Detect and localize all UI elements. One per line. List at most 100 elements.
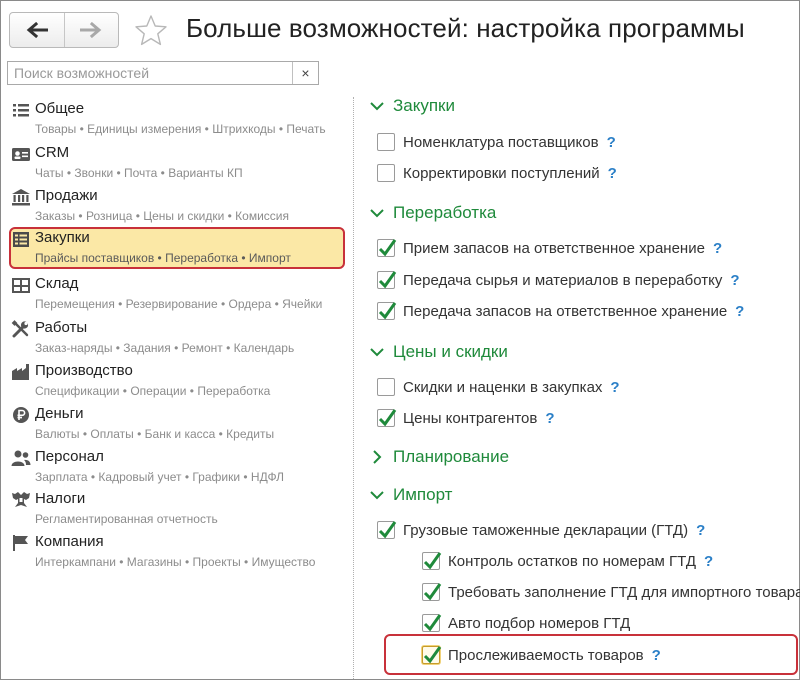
option-checkbox[interactable] — [377, 164, 395, 182]
sidebar-item-label: Общее — [35, 100, 85, 117]
option-label[interactable]: Требовать заполнение ГТД для импортного … — [448, 584, 800, 601]
clear-search-button[interactable]: × — [292, 62, 318, 84]
option-checkbox[interactable] — [377, 378, 395, 396]
option-checkbox[interactable] — [377, 409, 397, 427]
option-label[interactable]: Скидки и наценки в закупках — [403, 379, 602, 396]
option-checkbox[interactable] — [422, 552, 442, 570]
option-row: Скидки и наценки в закупках ? — [377, 375, 620, 399]
option-label[interactable]: Корректировки поступлений — [403, 165, 600, 182]
sidebar-item-description: Чаты • Звонки • Почта • Варианты КП — [35, 166, 243, 180]
help-link[interactable]: ? — [713, 240, 722, 257]
help-link[interactable]: ? — [652, 647, 661, 664]
sidebar-item-sales[interactable]: Продажи Заказы • Розница • Цены и скидки… — [9, 185, 345, 228]
sidebar-item-works[interactable]: Работы Заказ-наряды • Задания • Ремонт •… — [9, 317, 345, 360]
sidebar-item-personnel[interactable]: Персонал Зарплата • Кадровый учет • Граф… — [9, 446, 345, 489]
section-title: Переработка — [393, 203, 497, 222]
page-title: Больше возможностей: настройка программы — [186, 13, 745, 43]
option-checkbox[interactable] — [377, 302, 397, 320]
sidebar-item-label: Компания — [35, 533, 104, 550]
section-header-purchases[interactable]: Закупки — [369, 93, 455, 119]
sidebar-item-description: Интеркампани • Магазины • Проекты • Имущ… — [35, 555, 316, 569]
section-header-processing[interactable]: Переработка — [369, 200, 496, 226]
sidebar-item-description: Зарплата • Кадровый учет • Графики • НДФ… — [35, 470, 285, 484]
option-label[interactable]: Передача запасов на ответственное хранен… — [403, 303, 727, 320]
option-checkbox[interactable] — [377, 521, 397, 539]
sidebar-item-description: Заказы • Розница • Цены и скидки • Комис… — [35, 209, 290, 223]
option-label[interactable]: Передача сырья и материалов в переработк… — [403, 272, 722, 289]
section-header-prices-discounts[interactable]: Цены и скидки — [369, 339, 508, 365]
option-row-traceability: Прослеживаемость товаров ? — [422, 643, 661, 667]
search-box: × — [7, 61, 319, 85]
chevron-down-icon — [370, 348, 384, 357]
search-input[interactable] — [8, 62, 294, 84]
option-label[interactable]: Прием запасов на ответственное хранение — [403, 240, 705, 257]
sidebar-item-taxes[interactable]: Налоги Регламентированная отчетность — [9, 488, 345, 531]
checkmark-icon — [378, 271, 397, 289]
section-title: Импорт — [393, 485, 453, 504]
sidebar-item-money[interactable]: Деньги Валюты • Оплаты • Банк и касса • … — [9, 403, 345, 446]
arrow-right-icon — [80, 22, 102, 38]
section-title: Цены и скидки — [393, 342, 508, 361]
forward-button[interactable] — [63, 13, 119, 47]
option-row: Требовать заполнение ГТД для импортного … — [422, 580, 800, 604]
option-row: Прием запасов на ответственное хранение … — [377, 236, 722, 260]
option-checkbox[interactable] — [377, 239, 397, 257]
chevron-down-icon — [370, 102, 384, 111]
option-label[interactable]: Номенклатура поставщиков — [403, 134, 599, 151]
option-label[interactable]: Грузовые таможенные декларации (ГТД) — [403, 522, 688, 539]
option-label[interactable]: Авто подбор номеров ГТД — [448, 615, 630, 632]
sidebar-item-label: Закупки — [35, 229, 90, 246]
option-row: Номенклатура поставщиков ? — [377, 130, 616, 154]
help-link[interactable]: ? — [704, 553, 713, 570]
option-checkbox[interactable] — [377, 271, 397, 289]
panel-splitter[interactable] — [353, 97, 354, 680]
option-row: Корректировки поступлений ? — [377, 161, 617, 185]
checkmark-icon — [378, 521, 397, 539]
option-label[interactable]: Цены контрагентов — [403, 410, 537, 427]
help-link[interactable]: ? — [730, 272, 739, 289]
option-label[interactable]: Прослеживаемость товаров — [448, 647, 644, 664]
help-link[interactable]: ? — [608, 165, 617, 182]
checkmark-icon — [423, 646, 442, 664]
list-icon — [13, 104, 29, 117]
option-checkbox[interactable] — [422, 583, 442, 601]
option-row: Авто подбор номеров ГТД — [422, 611, 630, 635]
sidebar-item-purchases[interactable]: Закупки Прайсы поставщиков • Переработка… — [9, 227, 345, 269]
favorite-button[interactable] — [134, 14, 168, 46]
sidebar-item-warehouse[interactable]: Склад Перемещения • Резервирование • Орд… — [9, 273, 345, 316]
tools-icon — [11, 320, 29, 338]
option-row: Контроль остатков по номерам ГТД ? — [422, 549, 713, 573]
sidebar-item-company[interactable]: Компания Интеркампани • Магазины • Проек… — [9, 531, 345, 574]
chevron-down-icon — [370, 209, 384, 218]
back-button[interactable] — [10, 13, 64, 47]
help-link[interactable]: ? — [735, 303, 744, 320]
sidebar-item-description: Регламентированная отчетность — [35, 512, 218, 526]
sidebar-item-description: Спецификации • Операции • Переработка — [35, 384, 271, 398]
eagle-emblem-icon — [12, 492, 30, 507]
help-link[interactable]: ? — [610, 379, 619, 396]
sidebar-item-production[interactable]: Производство Спецификации • Операции • П… — [9, 360, 345, 403]
star-outline-icon — [135, 15, 167, 46]
sidebar-item-description: Товары • Единицы измерения • Штрихкоды •… — [35, 122, 326, 136]
factory-icon — [12, 364, 29, 380]
checkmark-icon — [378, 302, 397, 320]
help-link[interactable]: ? — [696, 522, 705, 539]
sidebar-item-label: Производство — [35, 362, 133, 379]
checkmark-icon — [378, 239, 397, 257]
option-row: Грузовые таможенные декларации (ГТД) ? — [377, 518, 705, 542]
sidebar-item-label: Налоги — [35, 490, 86, 507]
help-link[interactable]: ? — [545, 410, 554, 427]
option-checkbox[interactable] — [377, 133, 395, 151]
help-link[interactable]: ? — [607, 134, 616, 151]
sidebar-item-label: Склад — [35, 275, 79, 292]
ruble-coin-icon — [13, 407, 29, 423]
section-header-import[interactable]: Импорт — [369, 482, 452, 508]
option-label[interactable]: Контроль остатков по номерам ГТД — [448, 553, 696, 570]
section-header-planning[interactable]: Планирование — [369, 444, 509, 470]
option-checkbox[interactable] — [422, 614, 442, 632]
chevron-right-icon — [373, 450, 382, 464]
sidebar-item-label: Персонал — [35, 448, 104, 465]
sidebar-item-crm[interactable]: CRM Чаты • Звонки • Почта • Варианты КП — [9, 142, 345, 185]
option-checkbox[interactable] — [422, 646, 442, 664]
sidebar-item-general[interactable]: Общее Товары • Единицы измерения • Штрих… — [9, 98, 345, 141]
